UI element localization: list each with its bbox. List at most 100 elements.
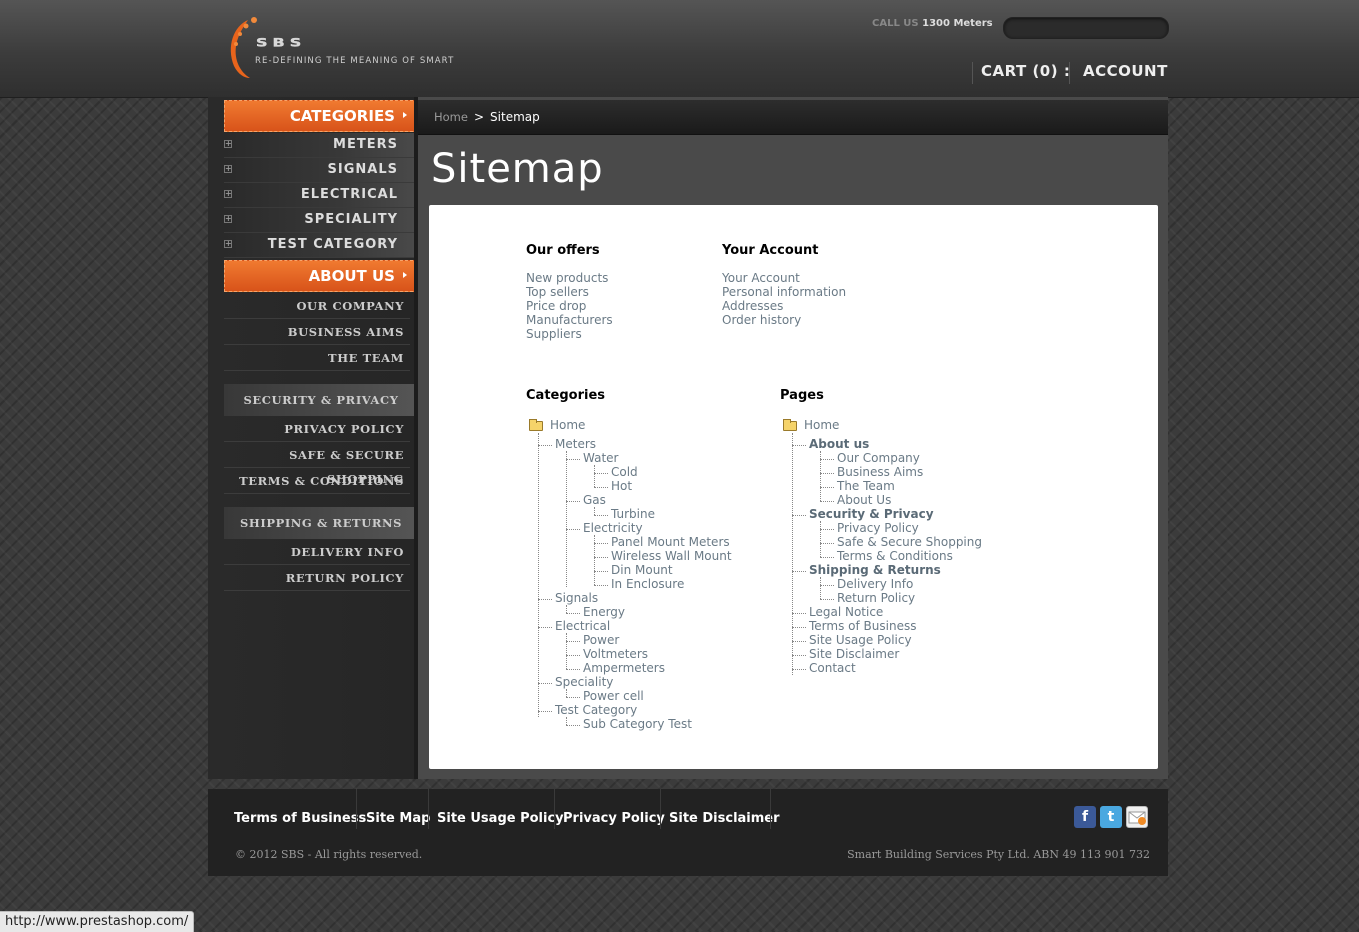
category-tree-item[interactable]: Electricity (583, 521, 643, 535)
link-price-drop[interactable]: Price drop (526, 299, 586, 313)
category-tree-item[interactable]: Hot (611, 479, 632, 493)
category-tree-item[interactable]: Energy (583, 605, 625, 619)
cart-link[interactable]: CART (0) : (981, 62, 1070, 80)
about-us-heading[interactable]: ABOUT US (224, 260, 418, 292)
sidebar-item-electrical[interactable]: + ELECTRICAL (224, 183, 418, 208)
link-order-history[interactable]: Order history (722, 313, 801, 327)
category-tree-item[interactable]: Ampermeters (583, 661, 665, 675)
category-tree-item[interactable]: In Enclosure (611, 577, 684, 591)
sidebar-item-privacy-policy[interactable]: PRIVACY POLICY (224, 417, 410, 442)
page-tree-item[interactable]: Terms of Business (809, 619, 916, 633)
category-tree-item[interactable]: Water (583, 451, 618, 465)
category-tree-item[interactable]: Signals (555, 591, 598, 605)
sidebar-item-return-policy[interactable]: RETURN POLICY (224, 566, 410, 591)
twitter-icon[interactable]: t (1100, 806, 1122, 828)
sidebar-item-test-category[interactable]: + TEST CATEGORY (224, 233, 418, 258)
page-tree-item[interactable]: About us (809, 437, 869, 451)
divider (428, 789, 429, 829)
footer-link-privacy[interactable]: Privacy Policy (563, 811, 665, 826)
categories-heading[interactable]: CATEGORIES (224, 100, 418, 132)
sidebar-item-business-aims[interactable]: BUSINESS AIMS (224, 320, 410, 345)
footer-link-terms[interactable]: Terms of Business (234, 811, 366, 826)
category-tree-item[interactable]: Panel Mount Meters (611, 535, 730, 549)
page-tree-item[interactable]: Our Company (837, 451, 920, 465)
divider (1069, 62, 1070, 84)
category-tree-item[interactable]: Gas (583, 493, 606, 507)
category-tree-item[interactable]: Meters (555, 437, 596, 451)
expand-plus-icon[interactable]: + (224, 240, 232, 248)
sidebar-item-label: ELECTRICAL (300, 187, 398, 202)
company-abn: Smart Building Services Pty Ltd. ABN 49 … (847, 848, 1150, 861)
sidebar-item-meters[interactable]: + METERS (224, 133, 418, 158)
sidebar-item-the-team[interactable]: THE TEAM (224, 346, 410, 371)
sidebar-item-signals[interactable]: + SIGNALS (224, 158, 418, 183)
category-tree-item[interactable]: Turbine (611, 507, 655, 521)
tree-home[interactable]: Home (804, 418, 839, 432)
folder-icon (529, 419, 543, 431)
category-tree-item[interactable]: Wireless Wall Mount (611, 549, 732, 563)
tree-line (594, 465, 595, 487)
page-tree-item[interactable]: Privacy Policy (837, 521, 919, 535)
footer-link-usage[interactable]: Site Usage Policy (437, 811, 564, 826)
sidebar-item-our-company[interactable]: OUR COMPANY (224, 294, 410, 319)
page-tree-item[interactable]: Site Disclaimer (809, 647, 899, 661)
category-tree-item[interactable]: Power (583, 633, 619, 647)
footer-link-sitemap[interactable]: Site Map (366, 811, 430, 826)
sidebar-item-speciality[interactable]: + SPECIALITY (224, 208, 418, 233)
site-logo[interactable]: SBS RE-DEFINING THE MEANING OF SMART (226, 16, 516, 82)
link-new-products[interactable]: New products (526, 271, 608, 285)
page-tree-item[interactable]: Return Policy (837, 591, 915, 605)
tree-line (566, 605, 567, 613)
tree-connector (820, 599, 834, 600)
search-input[interactable] (1003, 17, 1169, 39)
tree-home[interactable]: Home (550, 418, 585, 432)
page-tree-item[interactable]: Terms & Conditions (837, 549, 953, 563)
link-addresses[interactable]: Addresses (722, 299, 783, 313)
link-manufacturers[interactable]: Manufacturers (526, 313, 613, 327)
rss-mail-icon[interactable] (1126, 806, 1148, 828)
category-tree-item[interactable]: Test Category (555, 703, 637, 717)
sidebar-item-safe-shopping[interactable]: SAFE & SECURE SHOPPING (224, 443, 410, 486)
category-tree-item[interactable]: Cold (611, 465, 638, 479)
page-tree-item[interactable]: Safe & Secure Shopping (837, 535, 982, 549)
category-tree-item[interactable]: Voltmeters (583, 647, 648, 661)
link-personal-info[interactable]: Personal information (722, 285, 846, 299)
page-tree-item[interactable]: Legal Notice (809, 605, 883, 619)
page-tree-item[interactable]: Business Aims (837, 465, 923, 479)
shipping-heading[interactable]: SHIPPING & RETURNS (224, 507, 418, 539)
page-tree-item[interactable]: Delivery Info (837, 577, 913, 591)
expand-plus-icon[interactable]: + (224, 140, 232, 148)
security-heading[interactable]: SECURITY & PRIVACY (224, 384, 418, 416)
sidebar-item-terms[interactable]: TERMS & CONDITIONS (224, 469, 410, 494)
expand-plus-icon[interactable]: + (224, 190, 232, 198)
page-tree-item[interactable]: The Team (837, 479, 895, 493)
expand-plus-icon[interactable]: + (224, 215, 232, 223)
tree-connector (820, 473, 834, 474)
page-tree-item[interactable]: Site Usage Policy (809, 633, 912, 647)
facebook-icon[interactable]: f (1074, 806, 1096, 828)
folder-icon (783, 419, 797, 431)
tree-connector (566, 669, 580, 670)
tree-line (820, 521, 821, 557)
breadcrumb-home[interactable]: Home (434, 110, 468, 124)
page-tree-item[interactable]: Security & Privacy (809, 507, 934, 521)
link-top-sellers[interactable]: Top sellers (526, 285, 589, 299)
category-tree-item[interactable]: Sub Category Test (583, 717, 692, 731)
link-suppliers[interactable]: Suppliers (526, 327, 582, 341)
expand-plus-icon[interactable]: + (224, 165, 232, 173)
page-tree-item[interactable]: Shipping & Returns (809, 563, 941, 577)
page-tree-item[interactable]: About Us (837, 493, 891, 507)
tree-connector (594, 487, 608, 488)
account-link[interactable]: ACCOUNT (1083, 62, 1168, 80)
tree-connector (820, 557, 834, 558)
page-tree-item[interactable]: Contact (809, 661, 856, 675)
link-your-account[interactable]: Your Account (722, 271, 800, 285)
footer-link-disclaimer[interactable]: Site Disclaimer (669, 811, 780, 826)
divider (356, 789, 357, 829)
category-tree-item[interactable]: Din Mount (611, 563, 673, 577)
sidebar-item-delivery-info[interactable]: DELIVERY INFO (224, 540, 410, 565)
category-tree-item[interactable]: Speciality (555, 675, 613, 689)
category-tree-item[interactable]: Power cell (583, 689, 644, 703)
tree-line (594, 507, 595, 515)
category-tree-item[interactable]: Electrical (555, 619, 610, 633)
